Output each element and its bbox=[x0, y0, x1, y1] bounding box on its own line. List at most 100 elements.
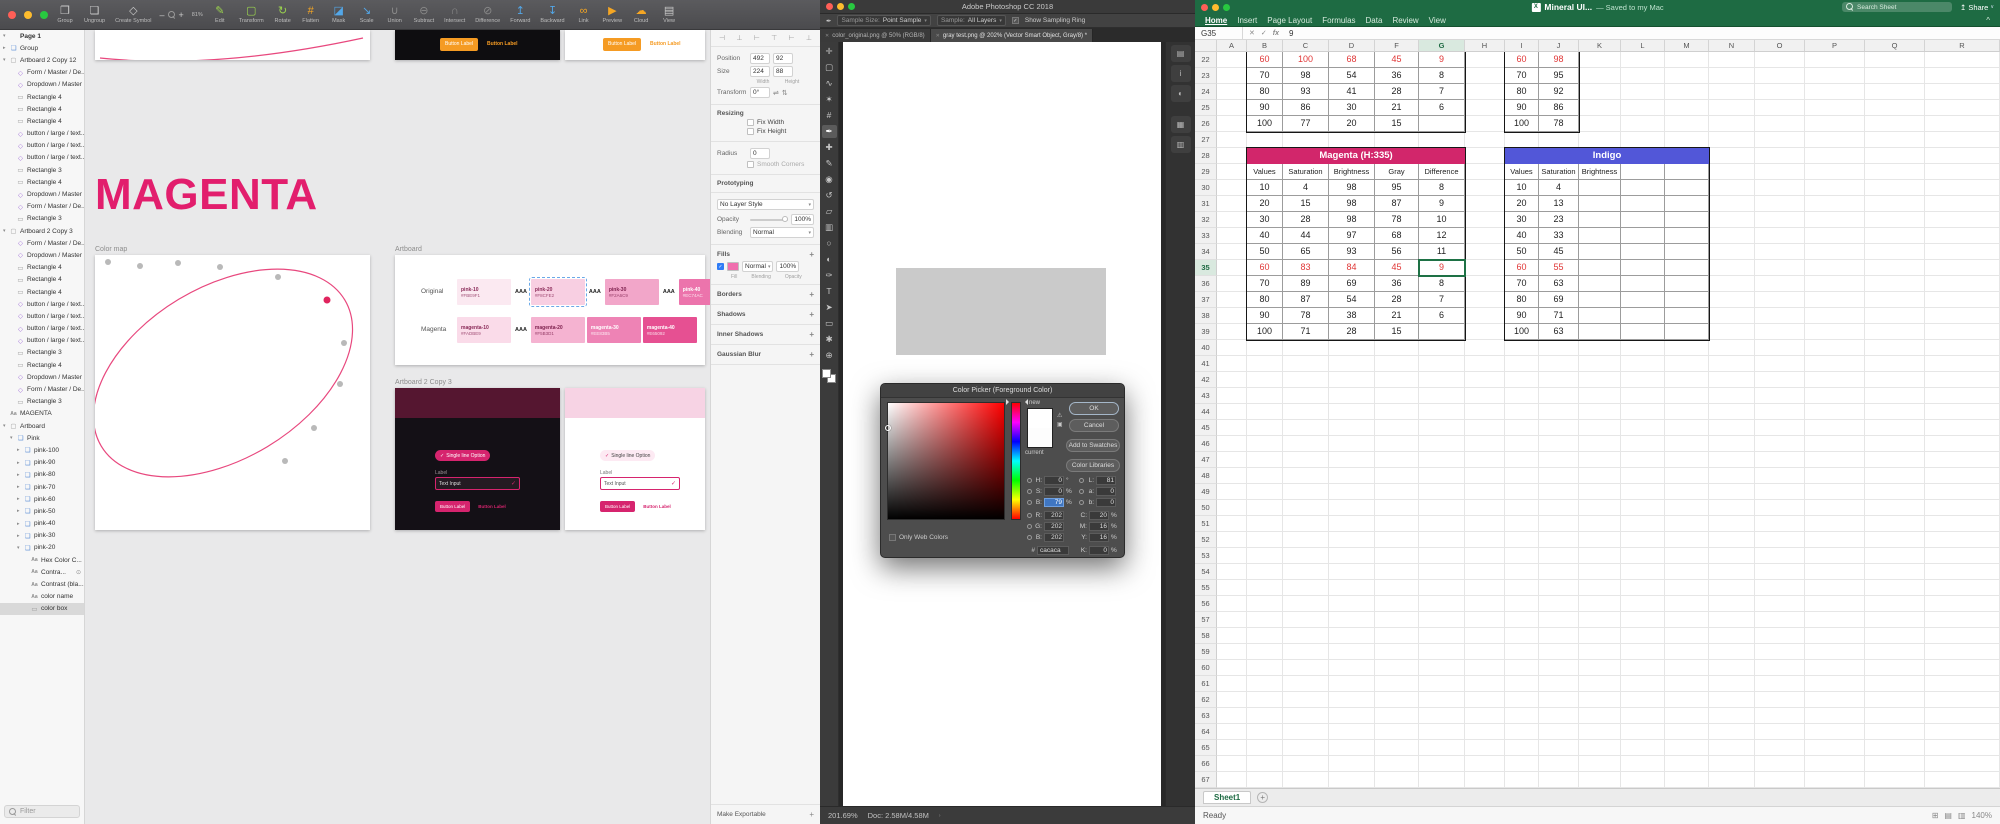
page-break-view-icon[interactable]: ▥ bbox=[1958, 811, 1966, 820]
cell-A50[interactable] bbox=[1217, 500, 1247, 516]
cell-D23[interactable]: 54 bbox=[1329, 68, 1375, 84]
saturation-brightness-field[interactable] bbox=[885, 402, 1005, 520]
artboard-dark-partial[interactable]: Button Label Button Label bbox=[395, 30, 560, 60]
cell-I39[interactable]: 100 bbox=[1505, 324, 1539, 340]
toolbar-flatten[interactable]: # Flatten bbox=[302, 5, 320, 24]
cell-D60[interactable] bbox=[1329, 660, 1375, 676]
cell-D22[interactable]: 68 bbox=[1329, 52, 1375, 68]
cell-J27[interactable] bbox=[1539, 132, 1579, 148]
cell-O65[interactable] bbox=[1755, 740, 1805, 756]
col-header-O[interactable]: O bbox=[1755, 40, 1805, 51]
cell-B52[interactable] bbox=[1247, 532, 1283, 548]
cell-F56[interactable] bbox=[1375, 596, 1419, 612]
cell-Q65[interactable] bbox=[1865, 740, 1925, 756]
swatch-magenta-40[interactable]: magenta-40 #E65092 bbox=[642, 317, 697, 343]
cell-B33[interactable]: 40 bbox=[1247, 228, 1283, 244]
cell-L36[interactable] bbox=[1621, 276, 1665, 292]
cell-H58[interactable] bbox=[1465, 628, 1505, 644]
cell-O46[interactable] bbox=[1755, 436, 1805, 452]
cell-N50[interactable] bbox=[1709, 500, 1755, 516]
cell-G49[interactable] bbox=[1419, 484, 1465, 500]
zoom-out-icon[interactable]: – bbox=[160, 10, 165, 20]
toolbar-backward[interactable]: ↧ Backward bbox=[540, 5, 564, 24]
row-header-28[interactable]: 28 bbox=[1195, 148, 1217, 164]
cell-J65[interactable] bbox=[1539, 740, 1579, 756]
toolbar-link[interactable]: ∞ Link bbox=[575, 5, 593, 24]
cell-O42[interactable] bbox=[1755, 372, 1805, 388]
cell-P31[interactable] bbox=[1805, 196, 1865, 212]
cell-L49[interactable] bbox=[1621, 484, 1665, 500]
cell-G27[interactable] bbox=[1419, 132, 1465, 148]
cell-B49[interactable] bbox=[1247, 484, 1283, 500]
cell-B48[interactable] bbox=[1247, 468, 1283, 484]
position-y-field[interactable]: 92 bbox=[773, 53, 793, 64]
cell-G31[interactable]: 9 bbox=[1419, 196, 1465, 212]
cell-K43[interactable] bbox=[1579, 388, 1621, 404]
cell-M57[interactable] bbox=[1665, 612, 1709, 628]
cell-I25[interactable]: 90 bbox=[1505, 100, 1539, 116]
cell-F62[interactable] bbox=[1375, 692, 1419, 708]
row-header-24[interactable]: 24 bbox=[1195, 84, 1217, 100]
cell-I22[interactable]: 60 bbox=[1505, 52, 1539, 68]
cell-L55[interactable] bbox=[1621, 580, 1665, 596]
cell-Q58[interactable] bbox=[1865, 628, 1925, 644]
cell-Q45[interactable] bbox=[1865, 420, 1925, 436]
cell-I52[interactable] bbox=[1505, 532, 1539, 548]
cell-D28[interactable] bbox=[1329, 148, 1375, 164]
cell-P52[interactable] bbox=[1805, 532, 1865, 548]
button-label-filled[interactable]: Button Label bbox=[435, 501, 471, 512]
cell-A28[interactable] bbox=[1217, 148, 1247, 164]
cell-M59[interactable] bbox=[1665, 644, 1709, 660]
cell-Q23[interactable] bbox=[1865, 68, 1925, 84]
cell-P65[interactable] bbox=[1805, 740, 1865, 756]
cell-L61[interactable] bbox=[1621, 676, 1665, 692]
add-shadow-button[interactable]: + bbox=[809, 310, 814, 319]
cell-R23[interactable] bbox=[1925, 68, 2000, 84]
row-header-60[interactable]: 60 bbox=[1195, 660, 1217, 676]
cell-P39[interactable] bbox=[1805, 324, 1865, 340]
cell-F35[interactable]: 45 bbox=[1375, 260, 1419, 276]
lasso-tool[interactable]: ∿ bbox=[822, 77, 837, 90]
cell-D45[interactable] bbox=[1329, 420, 1375, 436]
cell-H28[interactable] bbox=[1465, 148, 1505, 164]
cell-F23[interactable]: 36 bbox=[1375, 68, 1419, 84]
cell-J28[interactable] bbox=[1539, 148, 1579, 164]
layer-item-page-1[interactable]: ▾ Page 1 bbox=[0, 30, 84, 42]
opacity-field[interactable]: 100% bbox=[791, 214, 814, 225]
fullscreen-button[interactable] bbox=[1223, 3, 1230, 11]
cell-K61[interactable] bbox=[1579, 676, 1621, 692]
cell-N41[interactable] bbox=[1709, 356, 1755, 372]
toolbar-transform[interactable]: ▢ Transform bbox=[239, 5, 264, 24]
cell-G47[interactable] bbox=[1419, 452, 1465, 468]
cell-C41[interactable] bbox=[1283, 356, 1329, 372]
cell-N62[interactable] bbox=[1709, 692, 1755, 708]
cell-F30[interactable]: 95 bbox=[1375, 180, 1419, 196]
cell-P30[interactable] bbox=[1805, 180, 1865, 196]
layer-item-rectangle-4[interactable]: ▭ Rectangle 4 bbox=[0, 176, 84, 188]
eraser-tool[interactable]: ▱ bbox=[822, 205, 837, 218]
swatch-pink-10[interactable]: pink-10 #FBE9F1 bbox=[457, 279, 511, 305]
cell-J24[interactable]: 92 bbox=[1539, 84, 1579, 100]
cell-L45[interactable] bbox=[1621, 420, 1665, 436]
cell-M50[interactable] bbox=[1665, 500, 1709, 516]
cell-P41[interactable] bbox=[1805, 356, 1865, 372]
cell-K38[interactable] bbox=[1579, 308, 1621, 324]
cell-C29[interactable]: Saturation bbox=[1283, 164, 1329, 180]
cell-P36[interactable] bbox=[1805, 276, 1865, 292]
cell-D52[interactable] bbox=[1329, 532, 1375, 548]
field-value[interactable]: cacaca bbox=[1037, 546, 1069, 555]
cell-R34[interactable] bbox=[1925, 244, 2000, 260]
cell-O61[interactable] bbox=[1755, 676, 1805, 692]
cell-B31[interactable]: 20 bbox=[1247, 196, 1283, 212]
cell-J36[interactable]: 63 bbox=[1539, 276, 1579, 292]
cell-P48[interactable] bbox=[1805, 468, 1865, 484]
cell-P28[interactable] bbox=[1805, 148, 1865, 164]
move-tool[interactable]: ✛ bbox=[822, 45, 837, 58]
cell-I41[interactable] bbox=[1505, 356, 1539, 372]
cell-F64[interactable] bbox=[1375, 724, 1419, 740]
cell-R51[interactable] bbox=[1925, 516, 2000, 532]
layer-item-rectangle-4[interactable]: ▭ Rectangle 4 bbox=[0, 274, 84, 286]
cell-H63[interactable] bbox=[1465, 708, 1505, 724]
cell-F54[interactable] bbox=[1375, 564, 1419, 580]
add-border-button[interactable]: + bbox=[809, 290, 814, 299]
